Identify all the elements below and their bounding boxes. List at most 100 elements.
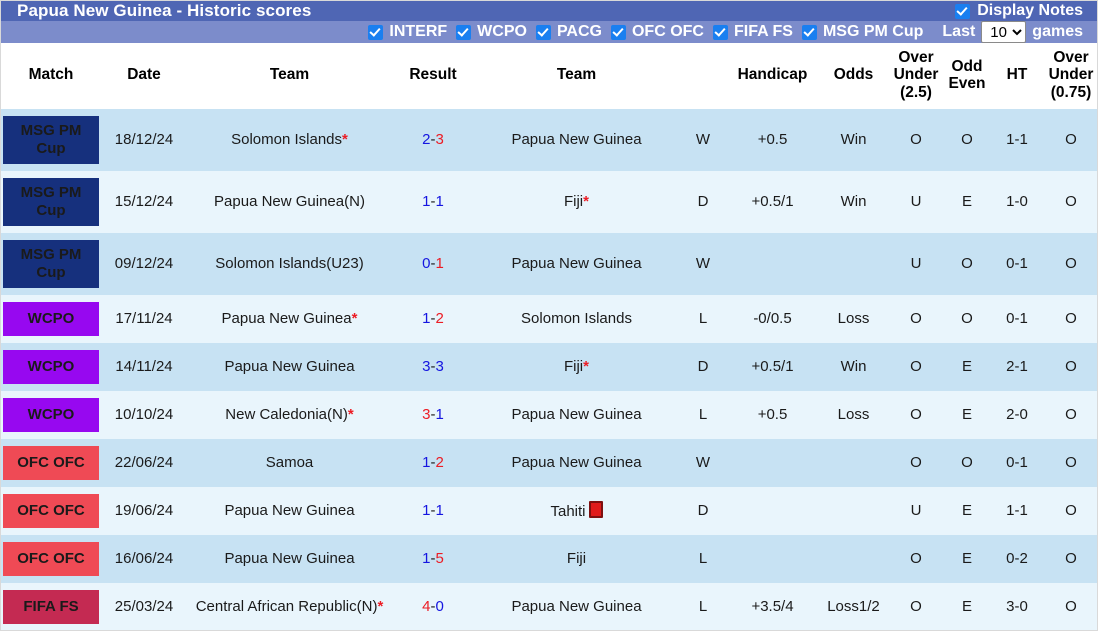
- odds-result: [818, 535, 889, 584]
- competition-badge[interactable]: WCPO: [1, 295, 101, 344]
- checkbox-icon[interactable]: [535, 24, 551, 40]
- checkbox-icon[interactable]: [456, 24, 472, 40]
- table-row[interactable]: MSG PM Cup 09/12/24 Solomon Islands(U23) 0-…: [1, 233, 1097, 296]
- table-row[interactable]: WCPO 17/11/24 Papua New Guinea* 1-2 Solomon …: [1, 295, 1097, 344]
- over-under-075: O: [1043, 343, 1097, 392]
- competition-badge[interactable]: OFC OFC: [1, 487, 101, 536]
- home-away-star: *: [583, 358, 589, 376]
- table-row[interactable]: OFC OFC 19/06/24 Papua New Guinea 1-1 Tahiti…: [1, 487, 1097, 536]
- home-team[interactable]: Papua New Guinea: [187, 343, 392, 392]
- away-team[interactable]: Fiji*: [474, 343, 679, 392]
- display-notes-checkbox-icon[interactable]: [955, 3, 971, 19]
- home-team[interactable]: Solomon Islands*: [187, 109, 392, 172]
- filter-fifa-fs[interactable]: FIFA FS: [712, 23, 793, 41]
- handicap-value: +0.5: [727, 109, 818, 172]
- checkbox-icon[interactable]: [712, 24, 728, 40]
- competition-label: WCPO: [3, 302, 99, 337]
- match-result: 1-1: [392, 487, 474, 536]
- match-date: 09/12/24: [101, 233, 187, 296]
- over-under-25: O: [889, 295, 943, 344]
- table-row[interactable]: FIFA FS 25/03/24 Central African Republic(…: [1, 583, 1097, 630]
- home-team[interactable]: Papua New Guinea(N): [187, 171, 392, 234]
- header-line: Even: [948, 75, 986, 93]
- result-away-goals: 2: [435, 454, 444, 472]
- header-odds: Odds: [818, 43, 889, 110]
- over-under-075: O: [1043, 109, 1097, 172]
- result-away-goals: 1: [435, 193, 444, 211]
- filter-msg-pm-cup[interactable]: MSG PM Cup: [801, 23, 923, 41]
- away-team[interactable]: Papua New Guinea: [474, 439, 679, 488]
- competition-badge[interactable]: WCPO: [1, 391, 101, 440]
- odd-even: O: [943, 295, 991, 344]
- competition-badge[interactable]: MSG PM Cup: [1, 109, 101, 172]
- over-under-075: O: [1043, 535, 1097, 584]
- away-team[interactable]: Papua New Guinea: [474, 391, 679, 440]
- away-team[interactable]: Solomon Islands: [474, 295, 679, 344]
- historic-scores-panel: Papua New Guinea - Historic scores Displ…: [0, 0, 1098, 631]
- header-ht: HT: [991, 43, 1043, 110]
- away-team[interactable]: Papua New Guinea: [474, 233, 679, 296]
- competition-filter-bar: INTERF WCPO PACG OFC OFC FIFA FS MSG PM …: [1, 21, 1097, 43]
- half-time-score: 0-1: [991, 295, 1043, 344]
- table-row[interactable]: MSG PM Cup 15/12/24 Papua New Guinea(N) 1-1…: [1, 171, 1097, 234]
- away-team[interactable]: Fiji: [474, 535, 679, 584]
- win-draw-loss: L: [679, 583, 727, 630]
- table-row[interactable]: OFC OFC 16/06/24 Papua New Guinea 1-5 Fiji L O…: [1, 535, 1097, 584]
- competition-badge[interactable]: OFC OFC: [1, 439, 101, 488]
- competition-badge[interactable]: MSG PM Cup: [1, 233, 101, 296]
- handicap-value: +0.5/1: [727, 343, 818, 392]
- win-draw-loss: W: [679, 109, 727, 172]
- page-title: Papua New Guinea - Historic scores: [17, 1, 312, 20]
- filter-interf[interactable]: INTERF: [368, 23, 447, 41]
- table-row[interactable]: MSG PM Cup 18/12/24 Solomon Islands* 2-3 Pap…: [1, 109, 1097, 172]
- titlebar: Papua New Guinea - Historic scores Displ…: [1, 1, 1097, 21]
- competition-badge[interactable]: MSG PM Cup: [1, 171, 101, 234]
- checkbox-icon[interactable]: [368, 24, 384, 40]
- filter-ofc-ofc[interactable]: OFC OFC: [610, 23, 704, 41]
- odds-result: Win: [818, 343, 889, 392]
- odds-result: Win: [818, 171, 889, 234]
- checkbox-icon[interactable]: [610, 24, 626, 40]
- table-row[interactable]: WCPO 10/10/24 New Caledonia(N)* 3-1 Papua Ne…: [1, 391, 1097, 440]
- match-result: 3-1: [392, 391, 474, 440]
- home-team[interactable]: Papua New Guinea: [187, 487, 392, 536]
- home-team[interactable]: Solomon Islands(U23): [187, 233, 392, 296]
- over-under-075: O: [1043, 171, 1097, 234]
- away-team[interactable]: Papua New Guinea: [474, 583, 679, 630]
- home-team[interactable]: New Caledonia(N)*: [187, 391, 392, 440]
- filter-wcpo[interactable]: WCPO: [456, 23, 527, 41]
- home-team[interactable]: Papua New Guinea*: [187, 295, 392, 344]
- over-under-075: O: [1043, 439, 1097, 488]
- odd-even: E: [943, 487, 991, 536]
- home-team[interactable]: Papua New Guinea: [187, 535, 392, 584]
- table-row[interactable]: OFC OFC 22/06/24 Samoa 1-2 Papua New Guinea W…: [1, 439, 1097, 488]
- away-team[interactable]: Tahiti: [474, 487, 679, 536]
- over-under-075: O: [1043, 583, 1097, 630]
- competition-badge[interactable]: FIFA FS: [1, 583, 101, 630]
- header-team-home: Team: [187, 43, 392, 110]
- home-team[interactable]: Samoa: [187, 439, 392, 488]
- match-result: 1-1: [392, 171, 474, 234]
- half-time-score: 2-0: [991, 391, 1043, 440]
- match-result: 0-1: [392, 233, 474, 296]
- competition-badge[interactable]: WCPO: [1, 343, 101, 392]
- display-notes-toggle[interactable]: Display Notes: [955, 2, 1083, 20]
- over-under-25: O: [889, 391, 943, 440]
- home-team[interactable]: Central African Republic(N)*: [187, 583, 392, 630]
- filter-pacg[interactable]: PACG: [535, 23, 602, 41]
- win-draw-loss: D: [679, 171, 727, 234]
- table-row[interactable]: WCPO 14/11/24 Papua New Guinea 3-3 Fiji* D +0.…: [1, 343, 1097, 392]
- away-team[interactable]: Fiji*: [474, 171, 679, 234]
- games-count-select[interactable]: 10203050: [981, 21, 1027, 43]
- competition-label: WCPO: [3, 398, 99, 433]
- away-team[interactable]: Papua New Guinea: [474, 109, 679, 172]
- filter-label: WCPO: [477, 23, 527, 40]
- odd-even: E: [943, 583, 991, 630]
- odds-result: Loss: [818, 391, 889, 440]
- checkbox-icon[interactable]: [801, 24, 817, 40]
- handicap-value: +0.5/1: [727, 171, 818, 234]
- header-line: Over: [1053, 49, 1089, 66]
- result-home-goals: 1: [422, 193, 431, 211]
- competition-badge[interactable]: OFC OFC: [1, 535, 101, 584]
- header-line: (2.5): [900, 83, 932, 101]
